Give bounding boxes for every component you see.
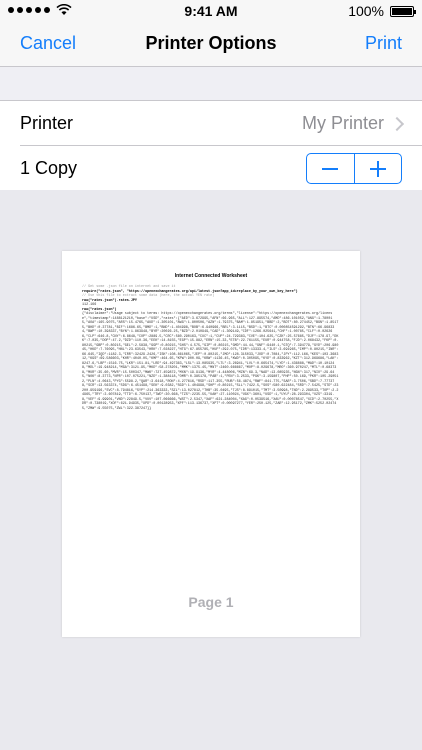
decrement-button[interactable] [307,154,354,183]
document-body: // Get some .json file on internet and s… [82,285,340,411]
copies-stepper [306,153,402,184]
chevron-right-icon [389,116,405,131]
print-button[interactable]: Print [365,33,402,54]
battery-icon [390,5,416,17]
navigation-bar: Cancel Printer Options Print [0,22,422,67]
document-line: {"disclaimer":"Usage subject to terms: h… [82,312,339,411]
copies-row: 1 Copy [20,145,422,190]
page-title: Printer Options [145,33,277,53]
battery-percentage: 100% [348,3,384,19]
printer-value: My Printer [301,113,384,133]
options-table: Printer My Printer 1 Copy [0,100,422,191]
document-title: Internet Connected Worksheet [174,273,248,279]
print-preview-area: Internet Connected Worksheet // Get some… [0,190,422,750]
status-right: 100% [348,3,416,19]
printer-row[interactable]: Printer My Printer [0,101,422,145]
status-bar: 9:41 AM 100% [0,0,422,22]
plus-icon [369,160,386,177]
battery-fill [392,7,412,15]
printer-label: Printer [20,113,74,133]
printer-selector[interactable]: My Printer [301,113,405,134]
page-number-label: Page 1 [188,594,234,610]
copies-label: 1 Copy [20,158,78,178]
preview-page[interactable]: Internet Connected Worksheet // Get some… [62,251,360,637]
increment-button[interactable] [353,154,402,183]
minus-icon [322,167,339,170]
